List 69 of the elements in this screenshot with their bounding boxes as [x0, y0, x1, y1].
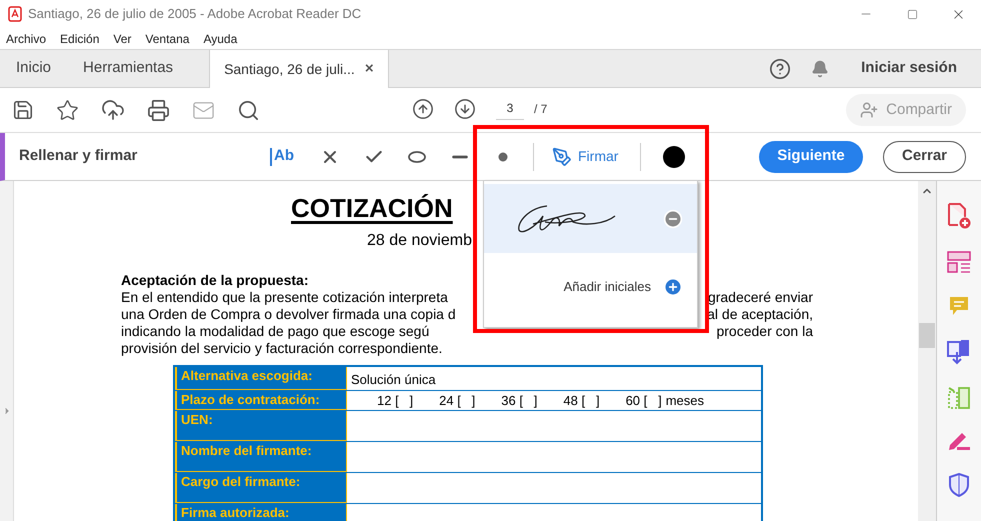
close-tab-button[interactable]: ×	[364, 58, 374, 80]
saved-signature[interactable]	[484, 184, 697, 253]
term-option: 60 [ ]	[626, 390, 662, 410]
menu-item[interactable]: Archivo	[6, 30, 46, 48]
close-panel-button[interactable]: Cerrar	[883, 140, 966, 172]
tab-label: Santiago, 26 de juli...	[224, 60, 355, 79]
term-option: 48 [ ]	[563, 390, 600, 410]
table-label-cell: UEN:	[175, 411, 347, 441]
pen-icon	[552, 146, 572, 166]
section-title: Aceptación de la propuesta:	[121, 272, 308, 289]
export-pdf-icon[interactable]	[947, 339, 971, 365]
form-layout-icon[interactable]	[947, 251, 971, 273]
tab-label: Herramientas	[83, 58, 174, 78]
table-label-cell: Plazo de contratación:	[175, 391, 347, 410]
ellipse-tool[interactable]	[408, 150, 426, 162]
table-cell-text: Solución única	[350, 371, 437, 389]
page-total: / 7	[534, 101, 548, 118]
paragraph-line: provisión del servicio y facturación correspondiente.	[121, 340, 442, 357]
scrollbar-thumb[interactable]	[919, 323, 935, 348]
shield-icon[interactable]	[949, 473, 969, 497]
text-tool[interactable]: Ab	[270, 145, 300, 168]
dot-tool[interactable]	[498, 152, 508, 162]
paragraph-line: proceder con la	[716, 323, 813, 340]
add-initials-link[interactable]: Añadir iniciales	[564, 277, 651, 297]
save-icon[interactable]	[12, 99, 34, 121]
sign-button[interactable]: Firmar	[552, 146, 618, 167]
tab[interactable]: Inicio	[0, 50, 68, 87]
previous-page-icon[interactable]	[412, 98, 434, 120]
maximize-icon[interactable]	[906, 8, 918, 20]
remove-signature-icon[interactable]	[663, 208, 683, 228]
document-date: 28 de noviemb	[367, 232, 472, 249]
menu-item[interactable]: Ventana	[145, 30, 190, 48]
term-option: 24 [ ]	[439, 390, 476, 410]
term-unit: meses	[666, 392, 704, 410]
table-label-cell: Nombre del firmante:	[175, 442, 347, 472]
sign-in-button[interactable]: Iniciar sesión	[861, 57, 957, 80]
search-icon[interactable]	[237, 98, 260, 122]
menu-item[interactable]: Ayuda	[203, 30, 238, 48]
next-button[interactable]: Siguiente	[759, 140, 863, 172]
panel-title: Rellenar y firmar	[18, 146, 138, 166]
tab[interactable]: Santiago, 26 de juli... ×	[209, 50, 390, 88]
print-icon[interactable]	[147, 98, 170, 122]
page-number-field[interactable]: 3	[496, 98, 524, 120]
tab[interactable]: Herramientas	[67, 50, 190, 87]
table-label-cell: Cargo del firmante:	[175, 473, 347, 503]
pen-icon[interactable]	[947, 431, 971, 451]
window-title: Santiago, 26 de julio de 2005 - Adobe Acrobat Reader DC	[28, 5, 362, 24]
document-heading: COTIZACIÓN	[291, 193, 453, 223]
help-icon[interactable]	[769, 58, 792, 80]
paragraph-line: una Orden de Compra o devolver firmada una copia d	[121, 306, 456, 323]
star-icon[interactable]	[56, 98, 79, 122]
term-option: 12 [ ]	[377, 390, 414, 410]
paragraph-line: En el entendido que la presente cotización interpreta	[121, 289, 448, 306]
term-option: 36 [ ]	[501, 390, 538, 410]
table-label-cell: Firma autorizada:	[175, 504, 347, 521]
add-initials-icon[interactable]	[663, 277, 683, 297]
menu-item[interactable]: Ver	[113, 30, 132, 48]
paragraph-line: gradeceré enviar	[708, 289, 813, 306]
paragraph-line: indicando la modalidad de pago que escoge segú	[121, 323, 430, 340]
tab-label: Inicio	[16, 58, 52, 78]
table-label-cell: Alternativa escogida:	[175, 367, 347, 390]
upload-icon[interactable]	[101, 98, 125, 122]
pdf-add-icon[interactable]	[947, 203, 971, 229]
color-swatch[interactable]	[663, 146, 686, 168]
user-add-icon	[860, 101, 878, 119]
bell-icon[interactable]	[811, 60, 830, 78]
app-icon	[8, 6, 22, 22]
menu-item[interactable]: Edición	[60, 30, 100, 48]
next-page-icon[interactable]	[454, 98, 476, 120]
